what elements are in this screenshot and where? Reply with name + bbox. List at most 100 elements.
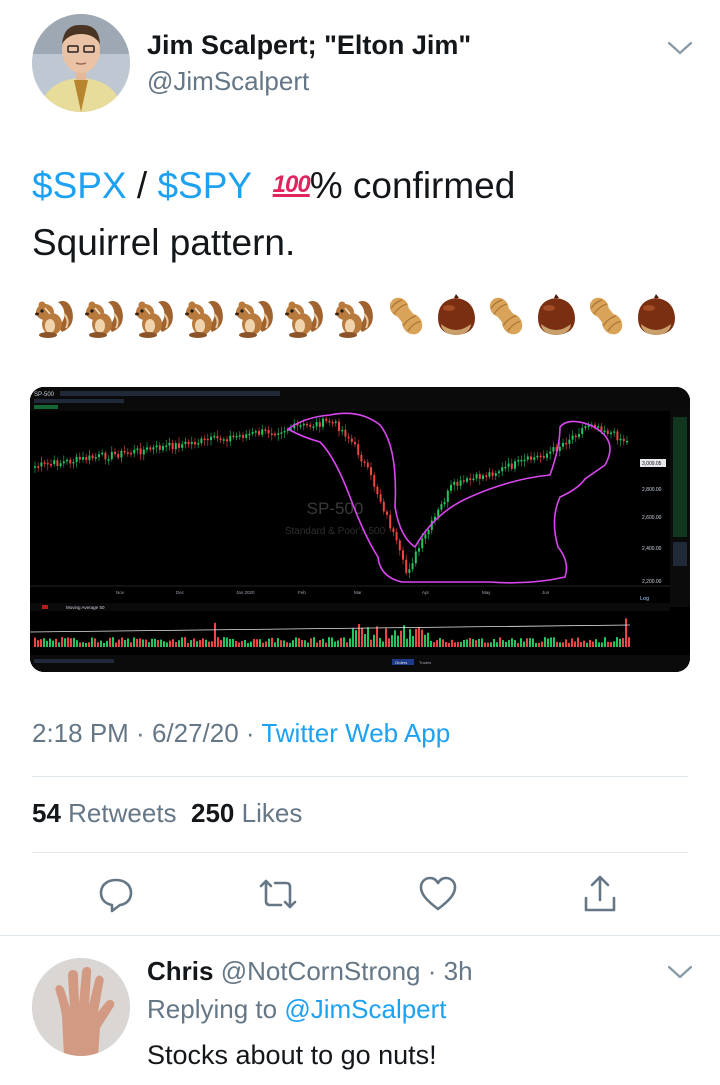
candle	[325, 418, 328, 421]
chevron-down-icon[interactable]	[665, 38, 695, 58]
peanut-icon	[389, 297, 423, 335]
volume-bar	[436, 640, 438, 647]
likes-count: 250	[191, 798, 235, 828]
reply-text: Stocks about to go nuts!	[147, 1040, 437, 1070]
volume-bar	[280, 640, 282, 647]
tweet-source-app[interactable]: Twitter Web App	[261, 718, 450, 748]
volume-bar	[478, 638, 480, 647]
tweet-time[interactable]: 2:18 PM	[32, 718, 129, 748]
candle	[66, 459, 68, 462]
volume-bar	[310, 638, 312, 647]
reply-author-avatar[interactable]	[32, 958, 130, 1056]
chart-tab-trades[interactable]: Trades	[419, 660, 431, 665]
volume-bar	[325, 642, 327, 647]
candle	[187, 441, 190, 445]
volume-bar	[148, 642, 150, 647]
candle	[571, 435, 574, 440]
volume-bar	[184, 637, 186, 647]
volume-bar	[583, 640, 585, 647]
volume-bar	[397, 635, 399, 647]
cashtag-spy[interactable]: $SPY	[157, 165, 252, 206]
volume-bar	[358, 624, 360, 647]
candle	[562, 442, 564, 447]
chart-symbol: SP-500	[34, 392, 55, 398]
reply-author-name[interactable]: Chris	[147, 956, 213, 986]
chart-tab-orders[interactable]: Orders	[395, 660, 407, 665]
candle	[478, 474, 481, 479]
volume-bar	[589, 639, 591, 647]
candle	[402, 550, 404, 560]
volume-bar	[577, 637, 579, 647]
volume-bar	[424, 634, 426, 647]
candle	[523, 459, 526, 462]
volume-bar	[175, 641, 177, 647]
volume-bar	[412, 635, 414, 647]
candle	[597, 426, 600, 428]
retweet-icon[interactable]	[256, 872, 300, 916]
volume-bar	[523, 641, 525, 647]
volume-bar	[547, 638, 549, 647]
like-icon[interactable]	[416, 872, 460, 916]
tweet-date[interactable]: 6/27/20	[152, 718, 239, 748]
candle	[584, 426, 587, 428]
chart-indicator-label: Moving Average 50	[66, 605, 105, 610]
volume-bar	[322, 638, 324, 647]
volume-bar	[229, 638, 231, 647]
volume-bar	[223, 637, 225, 647]
author-handle[interactable]: @JimScalpert	[147, 66, 309, 97]
candle	[344, 429, 347, 437]
candle	[450, 484, 452, 491]
volume-bar	[544, 637, 546, 647]
reply-icon[interactable]	[94, 872, 138, 916]
candle	[341, 429, 344, 432]
volume-bar	[76, 640, 78, 647]
hundred-points-emoji: 100	[272, 171, 311, 198]
volume-bar	[337, 640, 339, 647]
share-icon[interactable]	[578, 872, 622, 916]
author-name[interactable]: Jim Scalpert; "Elton Jim"	[147, 30, 471, 61]
candle	[222, 439, 225, 441]
volume-bar	[157, 639, 159, 647]
candle	[142, 449, 145, 455]
volume-bar	[514, 640, 516, 647]
candle	[357, 444, 360, 455]
volume-bar	[355, 630, 357, 647]
candle	[389, 514, 392, 529]
reply-age[interactable]: 3h	[444, 956, 473, 986]
author-avatar[interactable]	[32, 14, 130, 112]
reply-tweet[interactable]: Chris @NotCornStrong · 3h Replying to @J…	[0, 936, 720, 1085]
candle	[491, 472, 494, 476]
volume-bar	[241, 640, 243, 647]
candle	[424, 534, 427, 539]
volume-bar	[493, 639, 495, 647]
retweets-stat[interactable]: 54 Retweets	[32, 798, 177, 828]
candle	[200, 438, 203, 444]
candle	[210, 436, 212, 441]
cashtag-spx[interactable]: $SPX	[32, 165, 127, 206]
volume-bar	[550, 637, 552, 647]
chipmunk-icon	[135, 301, 173, 338]
volume-bar	[457, 641, 459, 647]
candle	[107, 459, 110, 461]
tweet-actions	[0, 872, 720, 916]
volume-bar	[622, 638, 624, 647]
volume-bar	[592, 641, 594, 647]
candle	[610, 432, 612, 435]
volume-bar	[292, 640, 294, 647]
tweet-image-chart[interactable]: SP-500 SP-500 Standard & Poor's 500 3,00…	[30, 387, 690, 672]
reply-author-handle[interactable]: @NotCornStrong	[221, 956, 421, 986]
replying-to-handle[interactable]: @JimScalpert	[284, 994, 446, 1024]
candle	[408, 569, 411, 573]
candle	[280, 432, 283, 434]
candle	[213, 435, 216, 438]
candle	[472, 478, 475, 481]
candle	[398, 540, 401, 551]
chevron-down-icon[interactable]	[665, 962, 695, 982]
candle	[363, 461, 366, 464]
volume-bar	[82, 642, 84, 647]
likes-stat[interactable]: 250 Likes	[191, 798, 302, 828]
volume-bar	[70, 638, 72, 647]
volume-bar	[421, 629, 423, 647]
candle	[62, 461, 65, 464]
volume-bar	[601, 642, 603, 647]
